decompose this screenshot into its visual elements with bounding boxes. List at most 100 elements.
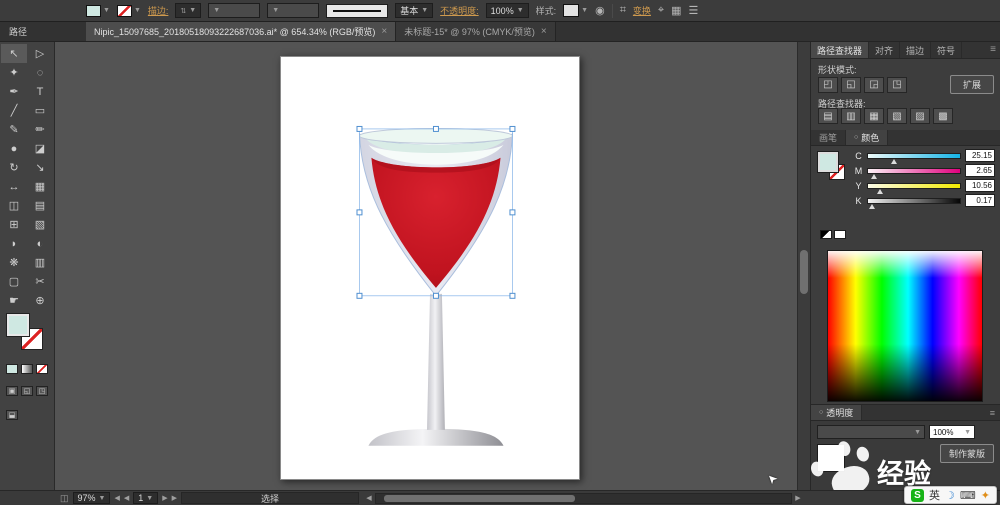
- artboard-tool-icon[interactable]: ▢: [1, 272, 27, 291]
- wine-glass-artwork[interactable]: [281, 57, 579, 479]
- black-white-swatch[interactable]: [820, 230, 832, 239]
- prev-artboard-icon[interactable]: ◀: [124, 494, 129, 502]
- type-tool-icon[interactable]: T: [27, 82, 53, 101]
- grid-icon[interactable]: ◫: [60, 493, 69, 504]
- zoom-tool-icon[interactable]: ⊕: [27, 291, 53, 310]
- color-spectrum[interactable]: [827, 250, 983, 402]
- pathfinder-button[interactable]: ▩: [933, 108, 953, 124]
- color-slider[interactable]: [867, 168, 961, 174]
- opacity-field[interactable]: 100% ▼: [486, 3, 529, 18]
- artboard[interactable]: [280, 56, 580, 480]
- ime-language-toggle[interactable]: 英: [929, 487, 940, 503]
- selection-tool-icon[interactable]: ↖: [1, 44, 27, 63]
- canvas-area[interactable]: ➤: [55, 42, 810, 490]
- slice-tool-icon[interactable]: ✂: [27, 272, 53, 291]
- rectangle-tool-icon[interactable]: ▭: [27, 101, 53, 120]
- blend-mode-dropdown[interactable]: ▼: [817, 425, 925, 439]
- pathfinder-button[interactable]: ▤: [818, 108, 838, 124]
- scroll-left-icon[interactable]: ◀: [363, 494, 375, 502]
- eyedropper-tool-icon[interactable]: ◗: [1, 234, 27, 253]
- fill-proxy-swatch[interactable]: [818, 152, 838, 172]
- pathfinder-button[interactable]: ▨: [910, 108, 930, 124]
- line-segment-tool-icon[interactable]: ╱: [1, 101, 27, 120]
- gradient-button[interactable]: [21, 364, 33, 374]
- slider-marker-icon[interactable]: [869, 204, 875, 209]
- stroke-style-preview[interactable]: [326, 4, 388, 18]
- scroll-right-icon[interactable]: ▶: [792, 494, 804, 502]
- tab-color[interactable]: ○ 颜色: [846, 130, 888, 145]
- next-artboard-icon[interactable]: ▶: [162, 494, 167, 502]
- wine-liquid[interactable]: [371, 158, 500, 288]
- paintbrush-tool-icon[interactable]: ✎: [1, 120, 27, 139]
- slider-marker-icon[interactable]: [877, 189, 883, 194]
- shape-mode-button[interactable]: ◲: [864, 77, 884, 93]
- panel-tab[interactable]: 路径查找器: [811, 42, 869, 58]
- stroke-width-combo[interactable]: ⇅▼: [175, 3, 201, 18]
- horizontal-scroll-track[interactable]: [375, 493, 792, 504]
- width-tool-icon[interactable]: ↔: [1, 177, 27, 196]
- moon-icon[interactable]: ☽: [945, 489, 955, 502]
- object-thumbnail[interactable]: [817, 444, 845, 472]
- column-graph-tool-icon[interactable]: ▥: [27, 253, 53, 272]
- make-mask-button[interactable]: 制作蒙版: [940, 444, 994, 463]
- shape-mode-button[interactable]: ◳: [887, 77, 907, 93]
- pathfinder-button[interactable]: ▥: [841, 108, 861, 124]
- shape-mode-button[interactable]: ◰: [818, 77, 838, 93]
- transparency-opacity-field[interactable]: 100% ▼: [929, 425, 975, 439]
- brush-options-dropdown[interactable]: ▼: [267, 3, 319, 18]
- opacity-link[interactable]: 不透明度:: [440, 4, 479, 17]
- channel-value-field[interactable]: 2.65: [965, 164, 995, 177]
- isolate-icon[interactable]: ⌖: [658, 4, 664, 17]
- color-button[interactable]: [6, 364, 18, 374]
- channel-value-field[interactable]: 25.15: [965, 149, 995, 162]
- vertical-scrollbar[interactable]: [797, 42, 810, 490]
- zoom-dropdown[interactable]: 97% ▼: [73, 492, 111, 504]
- blob-brush-tool-icon[interactable]: ●: [1, 139, 27, 158]
- panel-menu-icon[interactable]: ≡: [990, 408, 1000, 418]
- panel-tab[interactable]: 描边: [900, 42, 931, 58]
- fill-proxy-swatch[interactable]: [7, 314, 29, 336]
- panel-tab[interactable]: 对齐: [869, 42, 900, 58]
- draw-behind-icon[interactable]: ◱: [21, 386, 33, 396]
- fill-stroke-indicator[interactable]: [7, 314, 47, 354]
- stroke-link[interactable]: 描边:: [148, 4, 169, 17]
- shape-mode-button[interactable]: ◱: [841, 77, 861, 93]
- vertical-scroll-thumb[interactable]: [800, 250, 808, 294]
- fill-color-dropdown[interactable]: ▼: [86, 5, 110, 17]
- screen-mode-icon[interactable]: ⬓: [6, 410, 18, 420]
- none-button[interactable]: [36, 364, 48, 374]
- artboard-nav-field[interactable]: 1 ▼: [133, 492, 158, 504]
- mesh-tool-icon[interactable]: ⊞: [1, 215, 27, 234]
- color-slider[interactable]: [867, 198, 961, 204]
- draw-inside-icon[interactable]: ◳: [36, 386, 48, 396]
- pen-tool-icon[interactable]: ✒: [1, 82, 27, 101]
- keyboard-icon[interactable]: ⌨: [960, 489, 976, 502]
- style-dropdown[interactable]: ▼: [563, 4, 588, 17]
- magic-wand-tool-icon[interactable]: ✦: [1, 63, 27, 82]
- shape-builder-tool-icon[interactable]: ◫: [1, 196, 27, 215]
- panel-tab[interactable]: 符号: [931, 42, 962, 58]
- recolor-artwork-icon[interactable]: ◉: [595, 4, 605, 17]
- lasso-tool-icon[interactable]: ◌: [27, 63, 53, 82]
- channel-value-field[interactable]: 0.17: [965, 194, 995, 207]
- tab-transparency[interactable]: ○ 透明度: [811, 405, 862, 420]
- slider-marker-icon[interactable]: [871, 174, 877, 179]
- first-artboard-icon[interactable]: ◀: [114, 494, 119, 502]
- last-artboard-icon[interactable]: ▶: [172, 494, 177, 502]
- direct-selection-tool-icon[interactable]: ▷: [27, 44, 53, 63]
- transform-link[interactable]: 变换: [633, 4, 651, 17]
- pathfinder-button[interactable]: ▧: [887, 108, 907, 124]
- gradient-tool-icon[interactable]: ▧: [27, 215, 53, 234]
- variable-width-dropdown[interactable]: ▼: [208, 3, 260, 18]
- symbol-sprayer-tool-icon[interactable]: ❋: [1, 253, 27, 272]
- brush-definition-dropdown[interactable]: 基本 ▼: [395, 3, 433, 18]
- eraser-tool-icon[interactable]: ◪: [27, 139, 53, 158]
- arrange-icon[interactable]: ▦: [671, 4, 681, 17]
- channel-value-field[interactable]: 10.56: [965, 179, 995, 192]
- white-swatch[interactable]: [834, 230, 846, 239]
- pencil-tool-icon[interactable]: ✏: [27, 120, 53, 139]
- align-icon[interactable]: ⌗: [620, 4, 626, 17]
- document-tab[interactable]: 未标题-15* @ 97% (CMYK/预览) ×: [396, 22, 556, 41]
- glass-base[interactable]: [368, 429, 503, 446]
- color-slider[interactable]: [867, 153, 961, 159]
